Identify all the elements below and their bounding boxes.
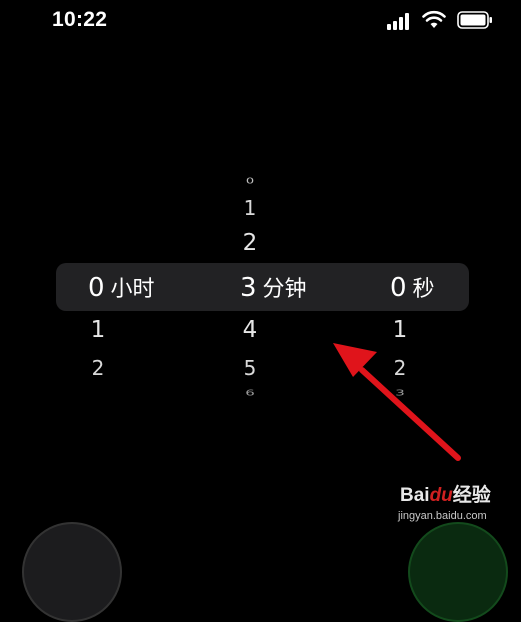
cancel-button[interactable]	[22, 522, 122, 622]
minutes-option[interactable]: 0	[230, 177, 270, 186]
cellular-signal-icon	[387, 12, 413, 30]
seconds-option[interactable]: 1	[380, 317, 420, 343]
hours-selected[interactable]: 0 小时	[88, 271, 155, 303]
battery-icon	[457, 11, 492, 29]
hours-option[interactable]: 2	[78, 356, 118, 380]
seconds-selected[interactable]: 0秒	[390, 271, 435, 303]
minutes-option[interactable]: 1	[230, 196, 270, 220]
minutes-option[interactable]: 6	[230, 388, 270, 398]
status-time: 10:22	[52, 8, 108, 31]
timer-duration-picker[interactable]: 1 2 0 小时 0 1 2 4 5 6 3 分钟 1 2 3 0秒	[0, 160, 521, 420]
minutes-option[interactable]: 2	[230, 230, 270, 256]
watermark-url: jingyan.baidu.com	[398, 510, 487, 522]
seconds-value: 0	[390, 273, 407, 303]
hours-value: 0	[88, 273, 105, 303]
minutes-value: 3	[240, 273, 257, 303]
start-button[interactable]	[408, 522, 508, 622]
baidu-jingyan-watermark: Baidu经验 jingyan.baidu.com	[388, 480, 508, 530]
minutes-unit-label: 分钟	[262, 276, 307, 301]
status-bar: 10:22	[0, 0, 521, 44]
minutes-option[interactable]: 5	[230, 356, 270, 380]
seconds-option[interactable]: 3	[380, 388, 420, 398]
minutes-selected[interactable]: 3 分钟	[240, 271, 307, 303]
seconds-unit-label: 秒	[412, 276, 435, 301]
minutes-option[interactable]: 4	[230, 317, 270, 343]
seconds-option[interactable]: 2	[380, 356, 420, 380]
hours-option[interactable]: 1	[78, 317, 118, 343]
wifi-icon	[422, 10, 446, 28]
hours-unit-label: 小时	[110, 276, 155, 301]
watermark-brand: Baidu经验	[400, 485, 491, 506]
